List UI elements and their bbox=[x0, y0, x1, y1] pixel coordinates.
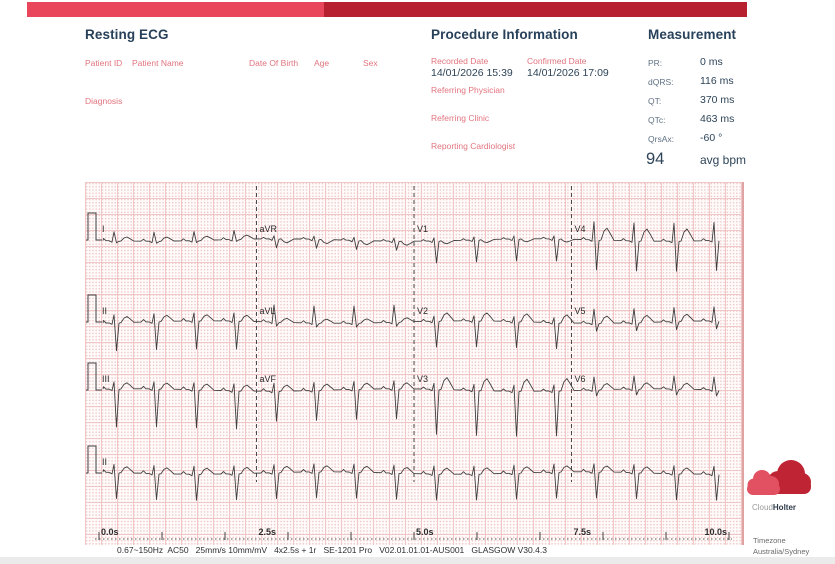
lead-label: aVL bbox=[260, 306, 276, 316]
measurement-row-dqrs: dQRS: 116 ms bbox=[648, 75, 818, 89]
bottom-strip bbox=[0, 557, 835, 564]
lead-label: V5 bbox=[575, 306, 586, 316]
patient-id-label: Patient ID bbox=[85, 58, 123, 68]
time-label: 0.0s bbox=[101, 527, 119, 537]
lead-label: III bbox=[102, 374, 110, 384]
confirmed-date-value: 14/01/2026 17:09 bbox=[527, 67, 609, 79]
lead-label: V6 bbox=[575, 374, 586, 384]
ecg-trace-row-1 bbox=[102, 221, 720, 272]
pr-value: 0 ms bbox=[700, 56, 723, 68]
confirmed-date-label: Confirmed Date bbox=[527, 56, 587, 66]
diagnosis-label: Diagnosis bbox=[85, 96, 123, 106]
topbar-accent-right bbox=[324, 2, 747, 17]
calibration-pulse bbox=[86, 294, 102, 323]
dqrs-label: dQRS: bbox=[648, 77, 674, 87]
qt-label: QT: bbox=[648, 96, 662, 106]
qtc-label: QTc: bbox=[648, 115, 666, 125]
time-label: 2.5s bbox=[259, 527, 277, 537]
dqrs-value: 116 ms bbox=[700, 75, 734, 87]
ecg-trace-row-2 bbox=[102, 304, 720, 352]
lead-label: V4 bbox=[575, 224, 586, 234]
lead-label: I bbox=[102, 224, 105, 234]
qrsax-value: -60 ° bbox=[700, 132, 723, 144]
ecg-settings-line: 0.67~150Hz AC50 25mm/s 10mm/mV 4x2.5s + … bbox=[117, 545, 547, 555]
lead-label: V2 bbox=[417, 306, 428, 316]
lead-label: II bbox=[102, 306, 107, 316]
time-label: 7.5s bbox=[574, 527, 592, 537]
measurement-row-pr: PR: 0 ms bbox=[648, 56, 818, 70]
referring-physician-label: Referring Physician bbox=[431, 85, 505, 95]
cloudholter-logo-icon bbox=[747, 460, 811, 495]
timezone-label: Timezone bbox=[753, 536, 786, 545]
lead-label: aVF bbox=[260, 374, 277, 384]
measurement-row-qt: QT: 370 ms bbox=[648, 94, 818, 108]
calibration-pulse bbox=[86, 362, 102, 391]
sex-label: Sex bbox=[363, 58, 378, 68]
heart-rate-unit: avg bpm bbox=[700, 153, 747, 167]
ecg-traces: 0.0s 2.5s 5.0s 7.5s 10.0s I aVR V1 V4 II aVL V2 V5 II… bbox=[86, 186, 732, 540]
qt-value: 370 ms bbox=[700, 94, 735, 106]
qtc-value: 463 ms bbox=[700, 113, 735, 125]
logo-cloud-text: Cloud bbox=[752, 503, 773, 512]
measurement-row-qtc: QTc: 463 ms bbox=[648, 113, 818, 127]
lead-label: V1 bbox=[417, 224, 428, 234]
pr-label: PR: bbox=[648, 58, 663, 68]
logo-holter-text: Holter bbox=[772, 503, 797, 512]
lead-label: aVR bbox=[260, 224, 278, 234]
resting-ecg-report: Resting ECG Patient ID Patient Name Date… bbox=[0, 0, 835, 564]
cloudholter-logo-text: CloudHolter bbox=[752, 503, 796, 512]
ecg-trace-row-3 bbox=[102, 375, 720, 437]
time-label: 5.0s bbox=[416, 527, 434, 537]
recorded-date-value: 14/01/2026 15:39 bbox=[431, 67, 513, 79]
measurement-row-qrsax: QrsAx: -60 ° bbox=[648, 132, 818, 146]
reporting-cardiologist-label: Reporting Cardiologist bbox=[431, 141, 516, 151]
lead-label: II bbox=[102, 457, 107, 467]
date-of-birth-label: Date Of Birth bbox=[249, 58, 299, 68]
heart-rate-value: 94 bbox=[646, 150, 665, 168]
time-label: 10.0s bbox=[704, 527, 727, 537]
measurement-title: Measurement bbox=[648, 27, 737, 42]
age-label: Age bbox=[314, 58, 330, 68]
page-title: Resting ECG bbox=[85, 27, 169, 42]
timezone-block: Timezone Australia/Sydney bbox=[753, 536, 809, 558]
calibration-pulse bbox=[86, 445, 102, 474]
calibration-pulse bbox=[86, 212, 102, 241]
qrsax-label: QrsAx: bbox=[648, 134, 674, 144]
procedure-title: Procedure Information bbox=[431, 27, 578, 42]
ecg-trace-row-4 bbox=[102, 463, 720, 501]
referring-clinic-label: Referring Clinic bbox=[431, 113, 490, 123]
ecg-grid: 0.0s 2.5s 5.0s 7.5s 10.0s IaVR V1 V4 II aVL V2 V5 II… bbox=[85, 182, 744, 545]
recorded-date-label: Recorded Date bbox=[431, 56, 489, 66]
patient-name-label: Patient Name bbox=[132, 58, 184, 68]
topbar-accent-left bbox=[27, 2, 324, 17]
lead-label: V3 bbox=[417, 374, 428, 384]
